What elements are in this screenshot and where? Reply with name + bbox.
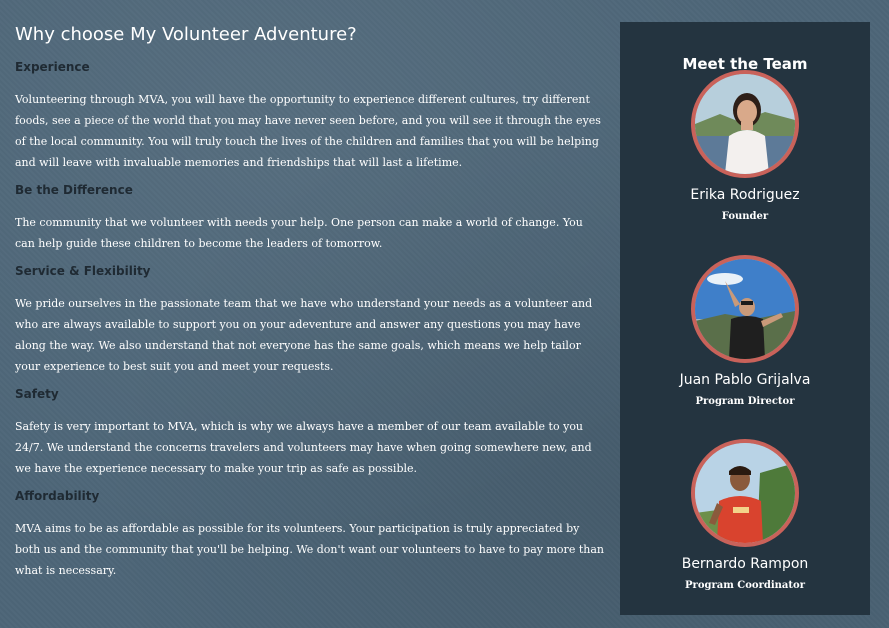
section-be-the-difference: Be the Difference The community that we … [15, 183, 605, 254]
team-member-name: Erika Rodriguez [690, 187, 800, 203]
team-member-photo [691, 439, 799, 547]
team-member-role: Founder [721, 211, 769, 222]
page-title: Why choose My Volunteer Adventure? [15, 24, 357, 45]
person-photo-icon [695, 74, 795, 174]
section-heading: Affordability [15, 489, 100, 503]
section-body: Safety is very important to MVA, which i… [15, 420, 592, 475]
section-body: The community that we volunteer with nee… [15, 216, 583, 250]
main-content: Why choose My Volunteer Adventure? Exper… [15, 24, 605, 591]
section-service-flexibility: Service & Flexibility We pride ourselves… [15, 264, 605, 377]
section-heading: Experience [15, 60, 90, 74]
team-sidebar: Meet the Team Erika Rodriguez Founder Ju… [620, 22, 870, 615]
section-affordability: Affordability MVA aims to be as affordab… [15, 489, 605, 581]
section-body: Volunteering through MVA, you will have … [15, 93, 601, 169]
section-heading: Service & Flexibility [15, 264, 151, 278]
section-body: MVA aims to be as affordable as possible… [15, 522, 604, 577]
team-member-name: Bernardo Rampon [681, 556, 809, 572]
team-member-role: Program Director [695, 396, 795, 407]
team-member-name: Juan Pablo Grijalva [679, 372, 811, 388]
section-heading: Be the Difference [15, 183, 133, 197]
team-member-photo [691, 255, 799, 363]
person-photo-icon [695, 443, 795, 543]
section-heading: Safety [15, 387, 59, 401]
person-photo-icon [695, 259, 795, 359]
section-safety: Safety Safety is very important to MVA, … [15, 387, 605, 479]
section-body: We pride ourselves in the passionate tea… [15, 297, 593, 373]
team-member-role: Program Coordinator [685, 580, 805, 591]
section-experience: Experience Volunteering through MVA, you… [15, 60, 605, 173]
team-member-photo [691, 70, 799, 178]
